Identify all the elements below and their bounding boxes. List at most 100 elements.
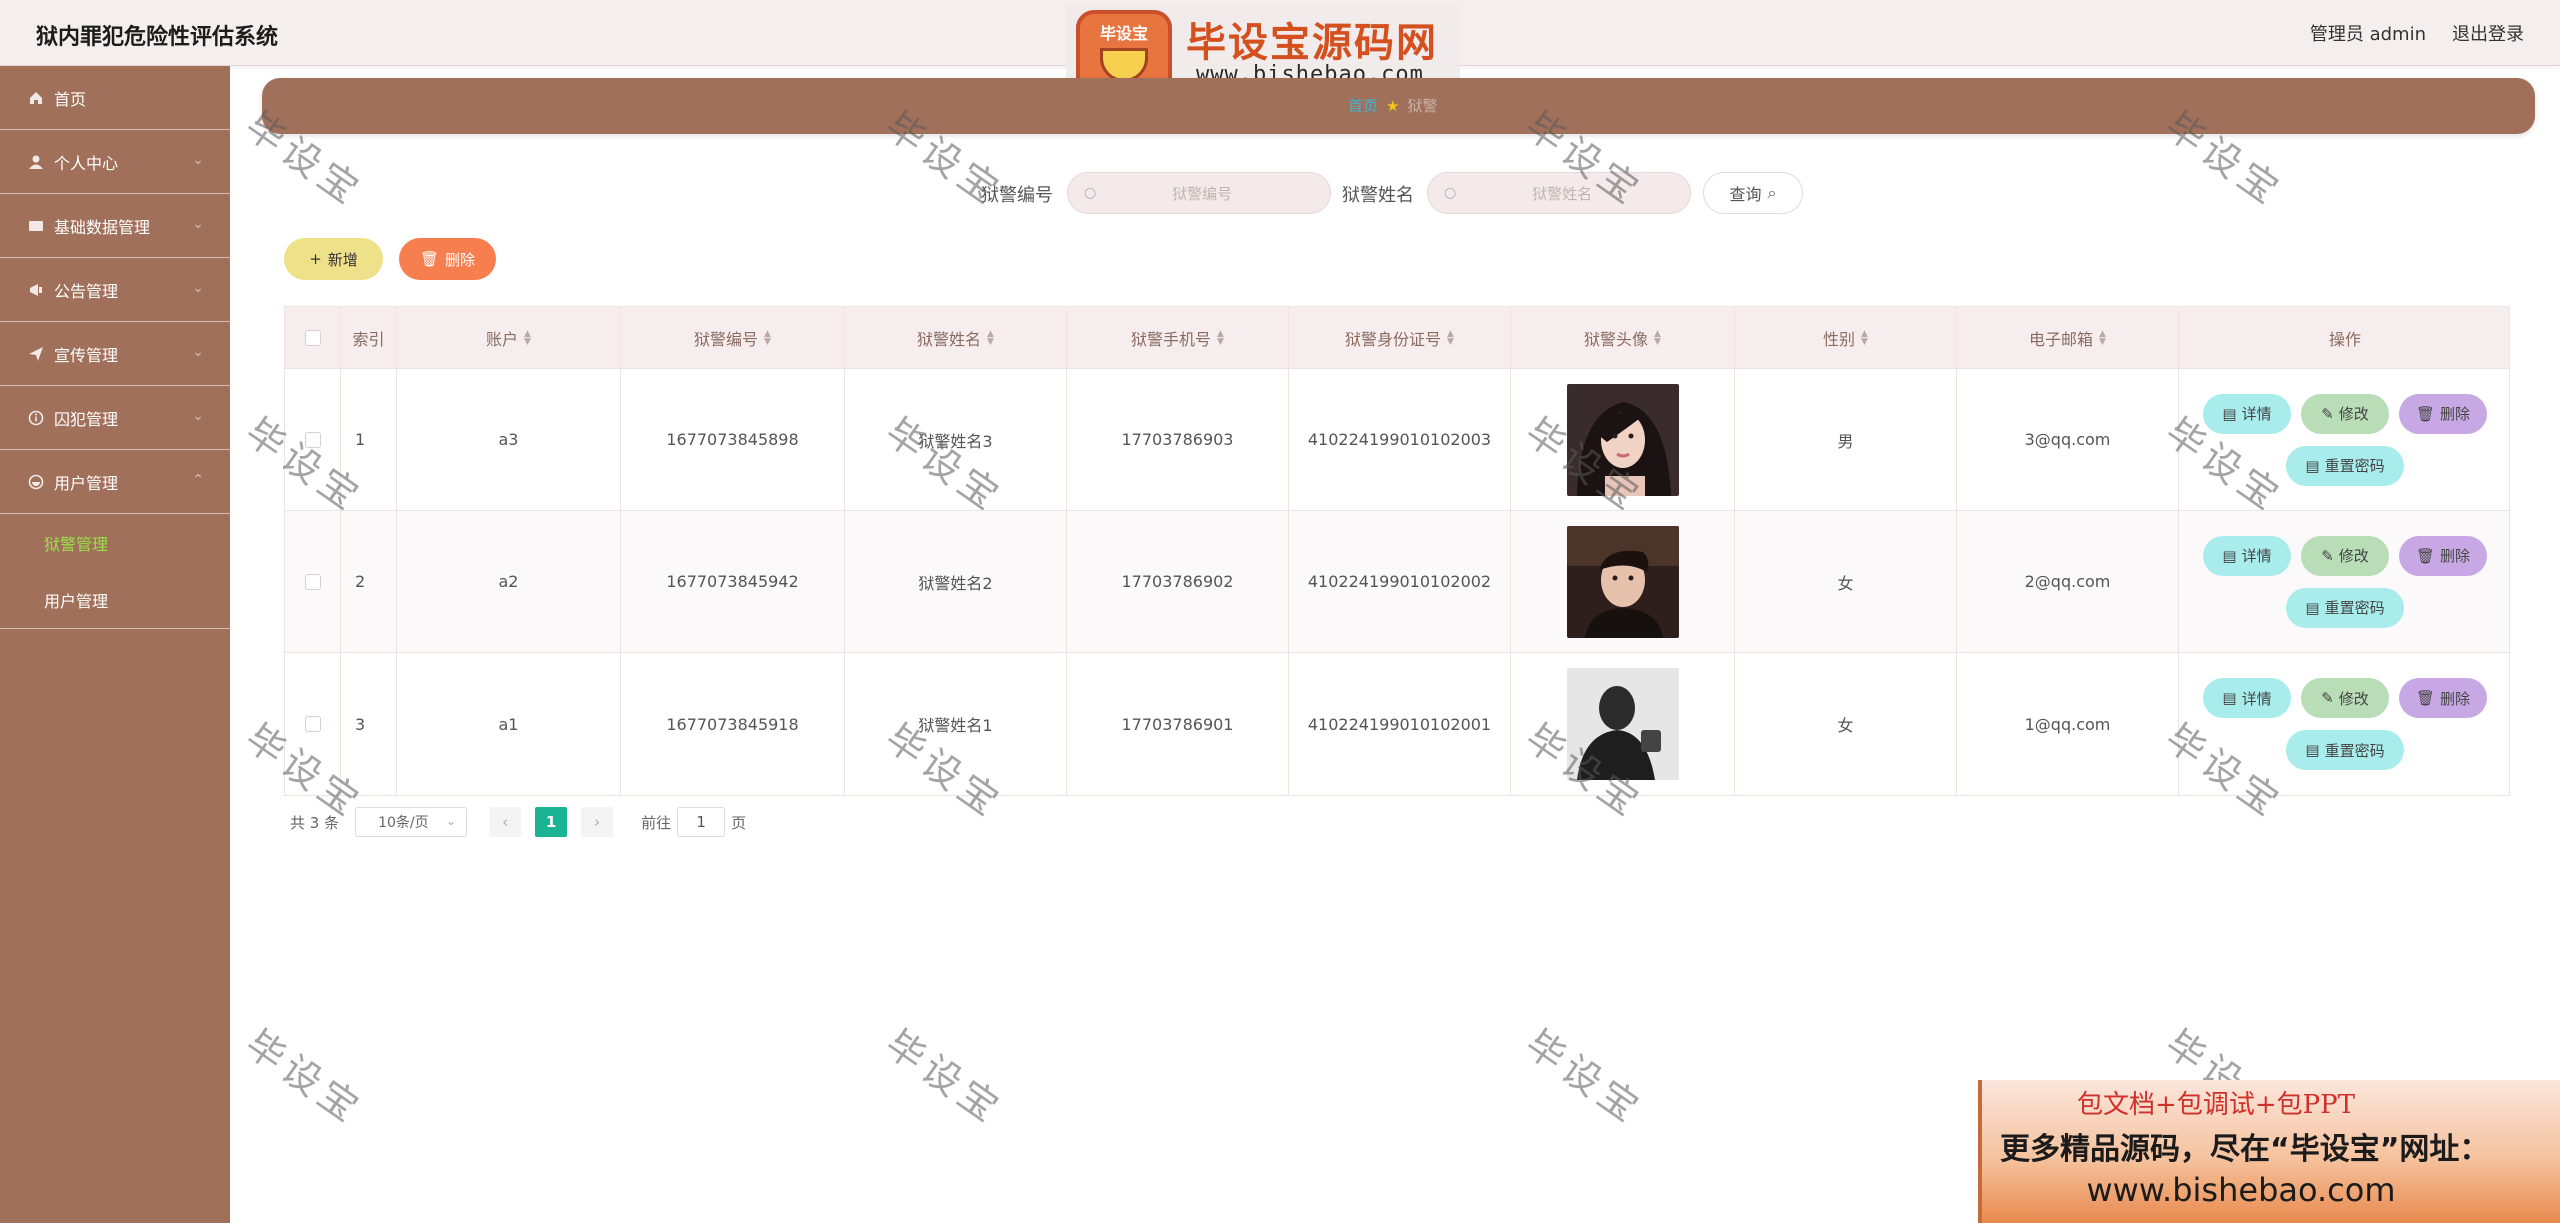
avatar[interactable] [1566, 383, 1679, 496]
add-button[interactable]: + 新增 [284, 238, 383, 280]
sidebar-subitem-users[interactable]: 用户管理 [0, 571, 230, 628]
cell-actions: ▤ 详情 ✎ 修改 🗑 删除 ▤ 重置密码 [2179, 653, 2511, 795]
cell-phone: 17703786901 [1067, 653, 1289, 795]
breadcrumb-home[interactable]: 首页 [1348, 95, 1378, 116]
cell-actions: ▤ 详情 ✎ 修改 🗑 删除 ▤ 重置密码 [2179, 369, 2511, 510]
cell-code: 1677073845898 [621, 369, 845, 510]
pencil-icon: ✎ [2321, 404, 2334, 423]
page-number-current[interactable]: 1 [535, 807, 568, 837]
table-header: 索引 账户 ▲ ▼ 狱警编号 ▲ ▼ 狱警姓名 ▲ ▼ 狱警手机号 ▲ ▼ 狱警身份证号 ▲ ▼ 狱… [285, 307, 2509, 369]
cell-name: 狱警姓名3 [845, 369, 1067, 510]
sort-icon[interactable]: ▲ ▼ [1217, 329, 1224, 346]
sidebar-item-label: 个人中心 [54, 153, 119, 173]
header-actions: 操作 [2179, 307, 2511, 368]
edit-button[interactable]: ✎ 修改 [2301, 393, 2389, 434]
sidebar-item-label: 用户管理 [54, 473, 119, 493]
cell-name: 狱警姓名2 [845, 511, 1067, 652]
sort-icon[interactable]: ▲ ▼ [987, 329, 994, 346]
sidebar-item-label: 首页 [54, 89, 87, 109]
select-all-checkbox[interactable] [304, 329, 321, 346]
row-checkbox[interactable] [304, 716, 321, 732]
edit-button[interactable]: ✎ 修改 [2301, 535, 2389, 576]
search-icon: ⌕ [1767, 183, 1777, 202]
sidebar-item-users[interactable]: 用户管理 ⌃ [0, 450, 230, 514]
delete-button[interactable]: 🗑 删除 [2399, 393, 2487, 434]
header-phone[interactable]: 狱警手机号 ▲ ▼ [1067, 307, 1289, 368]
header-code[interactable]: 狱警编号 ▲ ▼ [621, 307, 845, 368]
page-size-select[interactable]: 10条/页 ⌄ [355, 807, 468, 837]
cell-email: 2@qq.com [1957, 511, 2179, 652]
logout-button[interactable]: 退出登录 [2452, 20, 2524, 46]
breadcrumb-current: 狱警 [1407, 97, 1438, 115]
logo-badge-text: 毕设宝 [1099, 24, 1148, 43]
home-icon [30, 91, 42, 104]
sidebar-item-promotion[interactable]: 宣传管理 ⌄ [0, 322, 230, 386]
delete-label: 删除 [2440, 547, 2471, 565]
row-select-cell [285, 369, 341, 510]
sidebar: 首页 个人中心 ⌄ 基础数据管理 ⌄ 公告管理 ⌄ 宣传管理 ⌄ 囚犯管理 ⌄ … [0, 66, 230, 1223]
sidebar-item-prisoners[interactable]: 囚犯管理 ⌄ [0, 386, 230, 450]
database-icon [29, 220, 43, 231]
sidebar-item-home[interactable]: 首页 [0, 66, 230, 130]
next-page-button[interactable]: › [581, 807, 614, 837]
prev-page-button[interactable]: ‹ [489, 807, 522, 837]
query-button[interactable]: 查询 ⌕ [1703, 172, 1803, 214]
ad-line-1: 包文档+包调试+包PPT [2077, 1090, 2355, 1120]
avatar[interactable] [1566, 668, 1679, 780]
reset-password-button[interactable]: ▤ 重置密码 [2286, 587, 2404, 628]
sidebar-subitem-guards[interactable]: 狱警管理 [0, 514, 230, 571]
pencil-icon: ✎ [2321, 546, 2334, 565]
sort-icon[interactable]: ▲ ▼ [1447, 329, 1454, 346]
chevron-up-icon: ⌃ [192, 472, 204, 488]
batch-delete-button[interactable]: 🗑 删除 [399, 238, 496, 280]
reset-password-button[interactable]: ▤ 重置密码 [2286, 730, 2404, 770]
goto-page-input[interactable]: 1 [677, 807, 726, 837]
guard-name-input[interactable]: ○ 狱警姓名 [1427, 172, 1691, 214]
delete-button[interactable]: 🗑 删除 [2399, 678, 2487, 718]
row-checkbox[interactable] [304, 573, 321, 590]
detail-button[interactable]: ▤ 详情 [2203, 678, 2291, 718]
cell-id-card: 410224199010102003 [1289, 369, 1511, 510]
sidebar-item-profile[interactable]: 个人中心 ⌄ [0, 130, 230, 194]
header-label: 狱警身份证号 [1345, 329, 1442, 349]
delete-button[interactable]: 🗑 删除 [2399, 535, 2487, 576]
guard-name-label: 狱警姓名 [1342, 185, 1414, 206]
cell-email: 1@qq.com [1957, 653, 2179, 795]
detail-label: 详情 [2241, 405, 2272, 423]
admin-label[interactable]: 管理员 admin [2310, 20, 2426, 46]
cell-index: 1 [341, 369, 397, 510]
sidebar-item-basic-data[interactable]: 基础数据管理 ⌄ [0, 194, 230, 258]
document-icon: ▤ [2222, 689, 2237, 707]
avatar[interactable] [1566, 525, 1679, 638]
reset-password-label: 重置密码 [2324, 741, 2385, 760]
header-account[interactable]: 账户 ▲ ▼ [397, 307, 621, 368]
document-icon: ▤ [2305, 741, 2320, 759]
header-gender[interactable]: 性别 ▲ ▼ [1735, 307, 1957, 368]
detail-button[interactable]: ▤ 详情 [2203, 393, 2291, 434]
cell-phone: 17703786903 [1067, 369, 1289, 510]
header-label: 狱警姓名 [917, 329, 982, 349]
header-avatar[interactable]: 狱警头像 ▲ ▼ [1511, 307, 1735, 368]
header-id-card[interactable]: 狱警身份证号 ▲ ▼ [1289, 307, 1511, 368]
sort-icon[interactable]: ▲ ▼ [2099, 329, 2106, 346]
sort-icon[interactable]: ▲ ▼ [1861, 329, 1868, 346]
sort-icon[interactable]: ▲ ▼ [764, 329, 771, 346]
sidebar-item-notices[interactable]: 公告管理 ⌄ [0, 258, 230, 322]
delete-label: 删除 [2440, 689, 2471, 708]
header-label: 电子邮箱 [2029, 329, 2094, 349]
chevron-down-icon: ⌄ [446, 814, 457, 828]
edit-button[interactable]: ✎ 修改 [2301, 678, 2389, 718]
users-submenu: 狱警管理 用户管理 [0, 514, 230, 629]
header-name[interactable]: 狱警姓名 ▲ ▼ [845, 307, 1067, 368]
detail-button[interactable]: ▤ 详情 [2203, 535, 2291, 576]
guard-code-input[interactable]: ○ 狱警编号 [1067, 172, 1331, 214]
row-checkbox[interactable] [304, 431, 321, 448]
cell-name: 狱警姓名1 [845, 653, 1067, 795]
ad-banner[interactable]: 包文档+包调试+包PPT 更多精品源码，尽在“毕设宝”网址： www.bishe… [1978, 1080, 2560, 1223]
sort-icon[interactable]: ▲ ▼ [524, 329, 531, 346]
ad-url: www.bishebao.com [2086, 1171, 2396, 1209]
reset-password-button[interactable]: ▤ 重置密码 [2286, 445, 2404, 486]
chevron-left-icon: ‹ [502, 813, 509, 831]
sort-icon[interactable]: ▲ ▼ [1654, 329, 1661, 346]
header-email[interactable]: 电子邮箱 ▲ ▼ [1957, 307, 2179, 368]
